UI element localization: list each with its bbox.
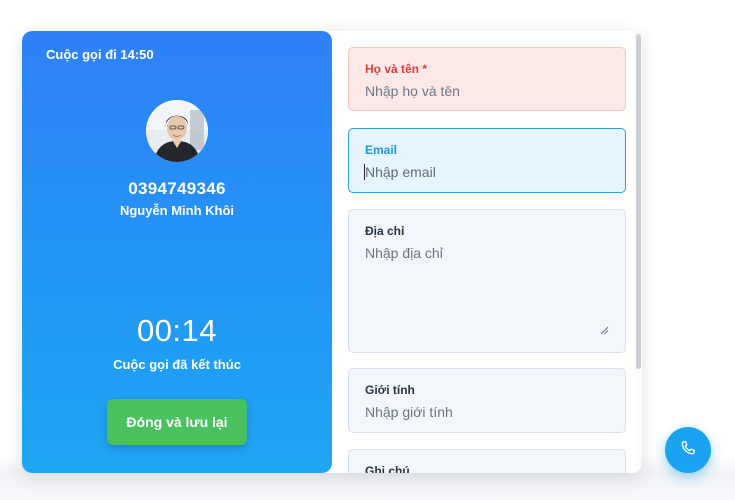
full-name-label: Họ và tên * — [365, 62, 428, 76]
caller-name: Nguyễn Minh Khôi — [119, 203, 235, 218]
call-timer: 00:14 — [136, 313, 218, 348]
resize-handle-icon[interactable] — [600, 322, 609, 340]
avatar — [146, 100, 208, 162]
address-label: Địa chỉ — [365, 224, 405, 238]
call-dialog: Cuộc gọi đi 14:50 0394749346 Nguyễn Minh… — [22, 31, 642, 473]
email-field[interactable]: Email Nhập email — [348, 128, 626, 193]
full-name-placeholder: Nhập họ và tên — [365, 83, 460, 99]
address-placeholder: Nhập địa chỉ — [365, 245, 443, 261]
gender-label: Giới tính — [365, 383, 415, 397]
email-label: Email — [365, 143, 398, 157]
call-fab-button[interactable] — [665, 427, 711, 473]
note-field[interactable]: Ghi chú — [348, 449, 626, 473]
caller-phone-number: 0394749346 — [128, 179, 226, 198]
call-title: Cuộc gọi đi 14:50 — [46, 47, 154, 62]
call-status: Cuộc gọi đã kết thúc — [113, 357, 241, 372]
address-field[interactable]: Địa chỉ Nhập địa chỉ — [348, 209, 626, 353]
form-scrollbar-thumb[interactable] — [636, 34, 641, 369]
contact-form: Họ và tên * Nhập họ và tên Email Nhập em… — [332, 31, 642, 473]
gender-placeholder: Nhập giới tính — [365, 404, 453, 420]
phone-icon — [678, 439, 698, 462]
close-and-save-button[interactable]: Đóng và lưu lại — [107, 399, 247, 445]
email-placeholder: Nhập email — [365, 164, 436, 180]
full-name-field[interactable]: Họ và tên * Nhập họ và tên — [348, 47, 626, 111]
gender-field[interactable]: Giới tính Nhập giới tính — [348, 368, 626, 433]
call-info-panel: Cuộc gọi đi 14:50 0394749346 Nguyễn Minh… — [22, 31, 332, 473]
note-label: Ghi chú — [365, 464, 410, 473]
